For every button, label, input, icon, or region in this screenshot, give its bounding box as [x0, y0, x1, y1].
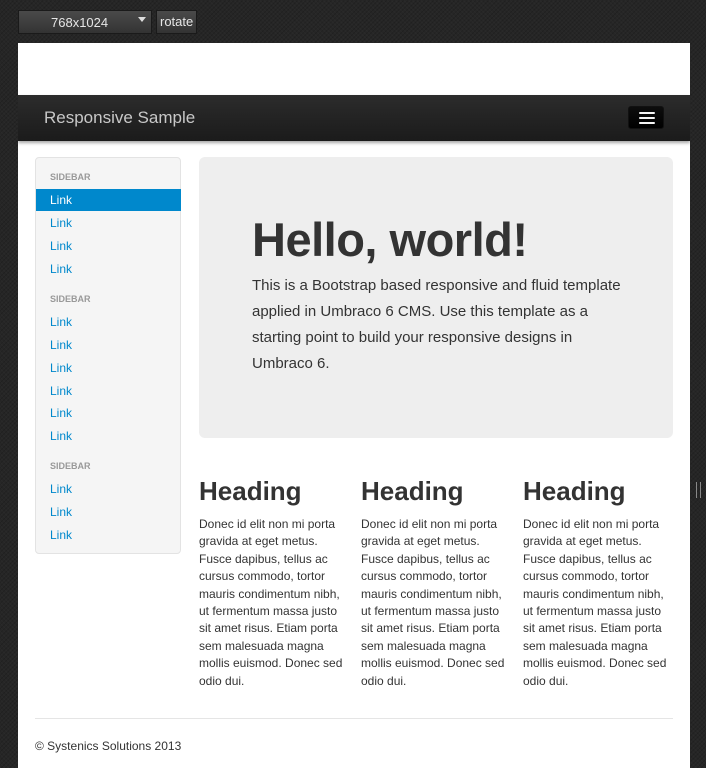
- column-body: Donec id elit non mi porta gravida at eg…: [523, 517, 667, 688]
- sidebar-header: SIDEBAR: [50, 461, 91, 471]
- resize-handle[interactable]: [696, 482, 701, 498]
- sidebar-link[interactable]: Link: [36, 212, 181, 234]
- sidebar-header: SIDEBAR: [50, 294, 91, 304]
- content-column: Heading Donec id elit non mi porta gravi…: [361, 473, 513, 690]
- hero-text: This is a Bootstrap based responsive and…: [252, 277, 621, 372]
- device-size-select[interactable]: 768x1024: [18, 10, 152, 34]
- brand-link[interactable]: Responsive Sample: [44, 108, 195, 128]
- sidebar-link[interactable]: Link: [36, 478, 181, 500]
- column-body: Donec id elit non mi porta gravida at eg…: [199, 517, 343, 688]
- footer-text: © Systenics Solutions 2013: [35, 739, 182, 753]
- sidebar-link[interactable]: Link: [36, 402, 181, 424]
- sidebar-link[interactable]: Link: [36, 425, 181, 447]
- hero-title: Hello, world!: [252, 213, 528, 266]
- sidebar-link[interactable]: Link: [36, 380, 181, 402]
- sidebar: SIDEBAR Link Link Link Link SIDEBAR Link…: [35, 157, 181, 554]
- sidebar-link-active[interactable]: Link: [36, 189, 181, 211]
- menu-toggle-button[interactable]: [628, 106, 664, 129]
- sidebar-link[interactable]: Link: [36, 258, 181, 280]
- device-toolbar: 768x1024 rotate: [18, 10, 198, 34]
- sidebar-link[interactable]: Link: [36, 334, 181, 356]
- column-heading: Heading: [523, 476, 626, 506]
- footer-divider: [35, 718, 673, 719]
- column-heading: Heading: [199, 476, 302, 506]
- device-size-value: 768x1024: [51, 15, 109, 30]
- chevron-down-icon: [138, 17, 146, 22]
- hero-unit: Hello, world! This is a Bootstrap based …: [199, 157, 673, 438]
- sidebar-link[interactable]: Link: [36, 311, 181, 333]
- sidebar-link[interactable]: Link: [36, 235, 181, 257]
- sidebar-link[interactable]: Link: [36, 524, 181, 546]
- sidebar-link[interactable]: Link: [36, 357, 181, 379]
- column-body: Donec id elit non mi porta gravida at eg…: [361, 517, 505, 688]
- navbar: Responsive Sample: [18, 95, 690, 141]
- device-viewport: Responsive Sample SIDEBAR Link Link Link…: [18, 43, 690, 768]
- content-column: Heading Donec id elit non mi porta gravi…: [523, 473, 675, 690]
- column-heading: Heading: [361, 476, 464, 506]
- sidebar-link[interactable]: Link: [36, 501, 181, 523]
- content-column: Heading Donec id elit non mi porta gravi…: [199, 473, 351, 690]
- sidebar-header: SIDEBAR: [50, 172, 91, 182]
- rotate-button[interactable]: rotate: [156, 10, 198, 34]
